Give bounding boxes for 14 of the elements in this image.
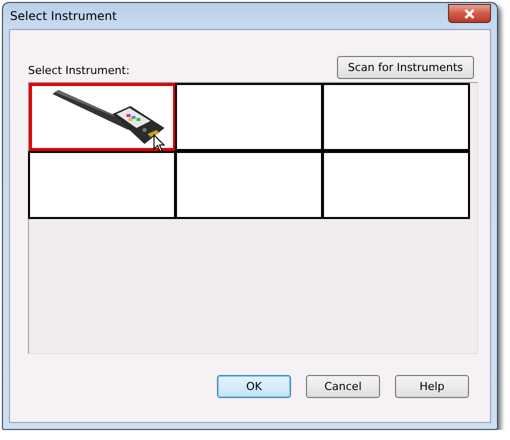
dialog-button[interactable]: Cancel bbox=[306, 375, 380, 398]
instrument-slot[interactable] bbox=[322, 151, 470, 219]
scan-button[interactable]: Scan for Instruments bbox=[336, 56, 474, 79]
instrument-slot[interactable] bbox=[322, 83, 470, 151]
instrument-slot[interactable] bbox=[175, 83, 323, 151]
instrument-slot[interactable] bbox=[28, 151, 176, 219]
close-button[interactable] bbox=[448, 4, 491, 23]
mouse-cursor-icon bbox=[153, 134, 165, 153]
instrument-slot[interactable] bbox=[175, 151, 323, 219]
window-title: Select Instrument bbox=[9, 9, 117, 23]
close-icon bbox=[464, 8, 475, 18]
select-instrument-label: Select Instrument: bbox=[28, 64, 130, 77]
dialog-button[interactable]: OK bbox=[217, 375, 291, 398]
dialog-button[interactable]: Help bbox=[395, 375, 469, 398]
